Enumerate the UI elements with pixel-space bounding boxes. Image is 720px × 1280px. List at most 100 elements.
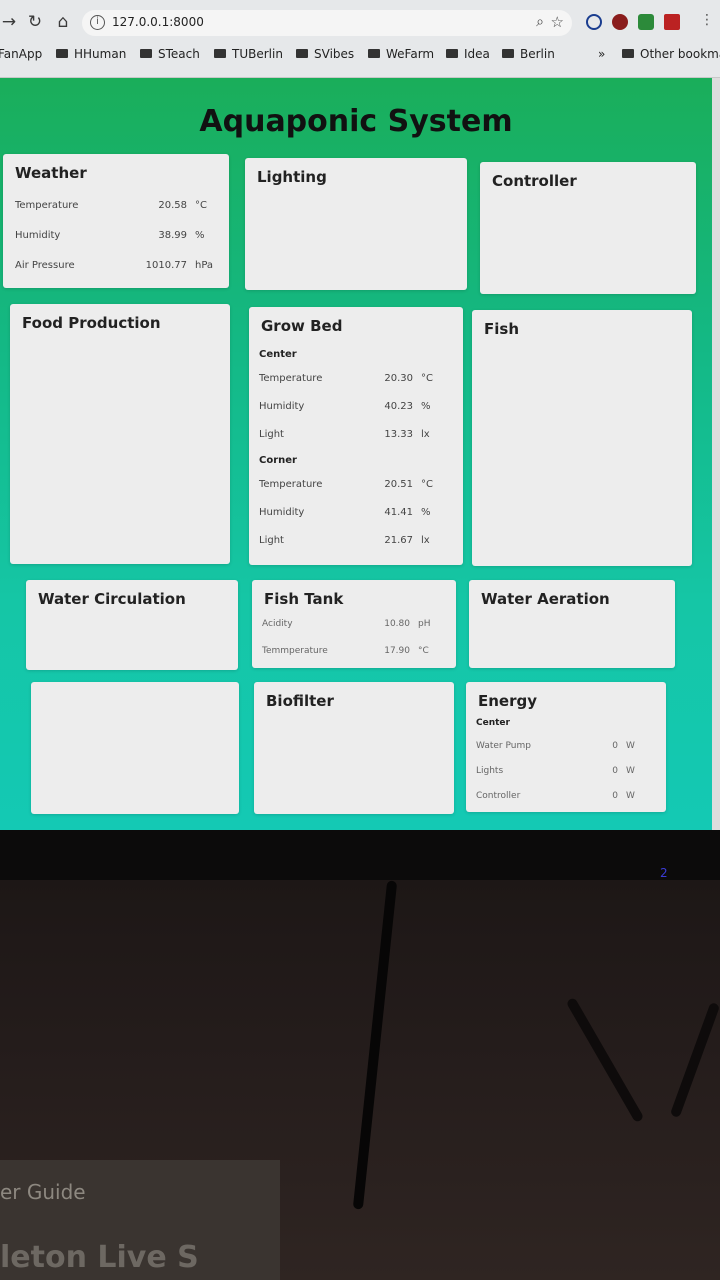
card-title: Biofilter bbox=[266, 692, 334, 710]
row-label: Light bbox=[259, 535, 284, 546]
bookmark-star-icon[interactable]: ☆ bbox=[551, 13, 564, 31]
folder-icon bbox=[214, 49, 226, 58]
card-title: Fish bbox=[484, 320, 519, 338]
folder-icon bbox=[368, 49, 380, 58]
row-unit: lx bbox=[421, 535, 430, 546]
extension-icon[interactable] bbox=[586, 14, 602, 30]
bookmark-label: SVibes bbox=[314, 47, 355, 61]
reload-icon[interactable]: ↻ bbox=[24, 12, 46, 32]
grow-bed-center-light-row: Light 13.33 lx bbox=[259, 421, 443, 449]
menu-icon[interactable]: ⋮ bbox=[700, 12, 714, 28]
bookmark-hhuman[interactable]: HHuman bbox=[56, 47, 126, 61]
weather-card: Weather Temperature 20.58 °C Humidity 38… bbox=[3, 154, 229, 288]
bookmark-idea[interactable]: Idea bbox=[446, 47, 490, 61]
bookmark-tuberlin[interactable]: TUBerlin bbox=[214, 47, 283, 61]
row-label: Controller bbox=[476, 791, 521, 801]
page-scrollbar[interactable] bbox=[712, 78, 720, 830]
fish-tank-card: Fish Tank Acidity 10.80 pH Temmperature … bbox=[252, 580, 456, 668]
card-title: Fish Tank bbox=[264, 590, 344, 608]
row-unit: °C bbox=[421, 373, 433, 384]
grow-bed-center-heading: Center bbox=[259, 349, 297, 360]
card-title: Grow Bed bbox=[261, 317, 343, 335]
grow-bed-center-temperature-row: Temperature 20.30 °C bbox=[259, 365, 443, 393]
bookmarks-bar: FanApp HHuman STeach TUBerlin SVibes WeF… bbox=[0, 44, 720, 70]
row-label: Temperature bbox=[259, 373, 323, 384]
row-unit: W bbox=[626, 741, 635, 751]
book-title-text: leton Live S bbox=[0, 1240, 199, 1275]
row-unit: °C bbox=[195, 200, 207, 211]
row-label: Humidity bbox=[259, 507, 305, 518]
other-bookmarks[interactable]: Other bookma bbox=[622, 47, 720, 61]
address-bar[interactable]: i 127.0.0.1:8000 ⌕ ☆ bbox=[82, 10, 572, 36]
home-icon[interactable]: ⌂ bbox=[52, 12, 74, 32]
forward-icon[interactable]: → bbox=[0, 12, 20, 32]
monitor-bezel: 2 bbox=[0, 830, 720, 880]
row-value: 10.80 bbox=[384, 619, 410, 629]
monitor-led-label: 2 bbox=[660, 866, 668, 880]
row-label: Acidity bbox=[262, 619, 293, 629]
extension-icon[interactable] bbox=[612, 14, 628, 30]
row-label: Humidity bbox=[15, 230, 61, 241]
calendar-extension-icon[interactable] bbox=[664, 14, 680, 30]
folder-icon bbox=[56, 49, 68, 58]
bookmark-label: Idea bbox=[464, 47, 490, 61]
bookmark-label: HHuman bbox=[74, 47, 127, 61]
row-unit: % bbox=[195, 230, 205, 241]
row-unit: W bbox=[626, 766, 635, 776]
row-label: Air Pressure bbox=[15, 260, 75, 271]
energy-card: Energy Center Water Pump 0 W Lights 0 W … bbox=[466, 682, 666, 812]
row-unit: % bbox=[421, 401, 431, 412]
row-label: Lights bbox=[476, 766, 504, 776]
folder-icon bbox=[296, 49, 308, 58]
folder-icon bbox=[622, 49, 634, 58]
bookmark-wefarm[interactable]: WeFarm bbox=[368, 47, 434, 61]
fish-tank-acidity-row: Acidity 10.80 pH bbox=[262, 614, 440, 641]
fish-card: Fish bbox=[472, 310, 692, 566]
page-title: Aquaponic System bbox=[199, 104, 513, 139]
bookmark-fanapp[interactable]: FanApp bbox=[0, 47, 42, 61]
bookmark-label: TUBerlin bbox=[232, 47, 283, 61]
weather-humidity-row: Humidity 38.99 % bbox=[15, 222, 217, 252]
bookmark-berlin[interactable]: Berlin bbox=[502, 47, 555, 61]
bookmark-label: STeach bbox=[158, 47, 200, 61]
card-title: Energy bbox=[478, 692, 538, 710]
browser-chrome: → ↻ ⌂ i 127.0.0.1:8000 ⌕ ☆ ⋮ FanApp HHum… bbox=[0, 0, 720, 78]
extension-icon[interactable] bbox=[638, 14, 654, 30]
row-value: 21.67 bbox=[384, 535, 413, 546]
row-label: Temmperature bbox=[262, 646, 328, 656]
row-unit: °C bbox=[421, 479, 433, 490]
url-text[interactable]: 127.0.0.1:8000 bbox=[112, 15, 204, 29]
row-value: 38.99 bbox=[158, 230, 187, 241]
more-bookmarks-button[interactable]: » bbox=[598, 47, 605, 61]
energy-center-heading: Center bbox=[476, 718, 510, 728]
bookmark-steach[interactable]: STeach bbox=[140, 47, 200, 61]
controller-card: Controller bbox=[480, 162, 696, 294]
row-unit: hPa bbox=[195, 260, 214, 271]
card-title: Water Aeration bbox=[481, 590, 610, 608]
row-value: 1010.77 bbox=[145, 260, 187, 271]
lighting-card: Lighting bbox=[245, 158, 467, 290]
water-circulation-card: Water Circulation bbox=[26, 580, 238, 670]
energy-controller-row: Controller 0 W bbox=[476, 786, 648, 811]
row-label: Humidity bbox=[259, 401, 305, 412]
bookmark-svibes[interactable]: SVibes bbox=[296, 47, 354, 61]
row-label: Temperature bbox=[15, 200, 79, 211]
weather-temperature-row: Temperature 20.58 °C bbox=[15, 192, 217, 222]
book-title-text: er Guide bbox=[0, 1180, 86, 1204]
weather-air-pressure-row: Air Pressure 1010.77 hPa bbox=[15, 252, 217, 282]
row-value: 20.58 bbox=[158, 200, 187, 211]
empty-card bbox=[31, 682, 239, 814]
food-production-card: Food Production bbox=[10, 304, 230, 564]
row-unit: °C bbox=[418, 646, 429, 656]
card-title: Lighting bbox=[257, 168, 327, 186]
fish-tank-temperature-row: Temmperature 17.90 °C bbox=[262, 641, 440, 668]
site-info-icon[interactable]: i bbox=[90, 15, 105, 30]
grow-bed-center-humidity-row: Humidity 40.23 % bbox=[259, 393, 443, 421]
row-value: 0 bbox=[612, 766, 618, 776]
zoom-icon[interactable]: ⌕ bbox=[536, 14, 544, 30]
row-value: 0 bbox=[612, 741, 618, 751]
row-value: 41.41 bbox=[384, 507, 413, 518]
bookmark-label: FanApp bbox=[0, 47, 43, 61]
folder-icon bbox=[446, 49, 458, 58]
energy-lights-row: Lights 0 W bbox=[476, 761, 648, 786]
